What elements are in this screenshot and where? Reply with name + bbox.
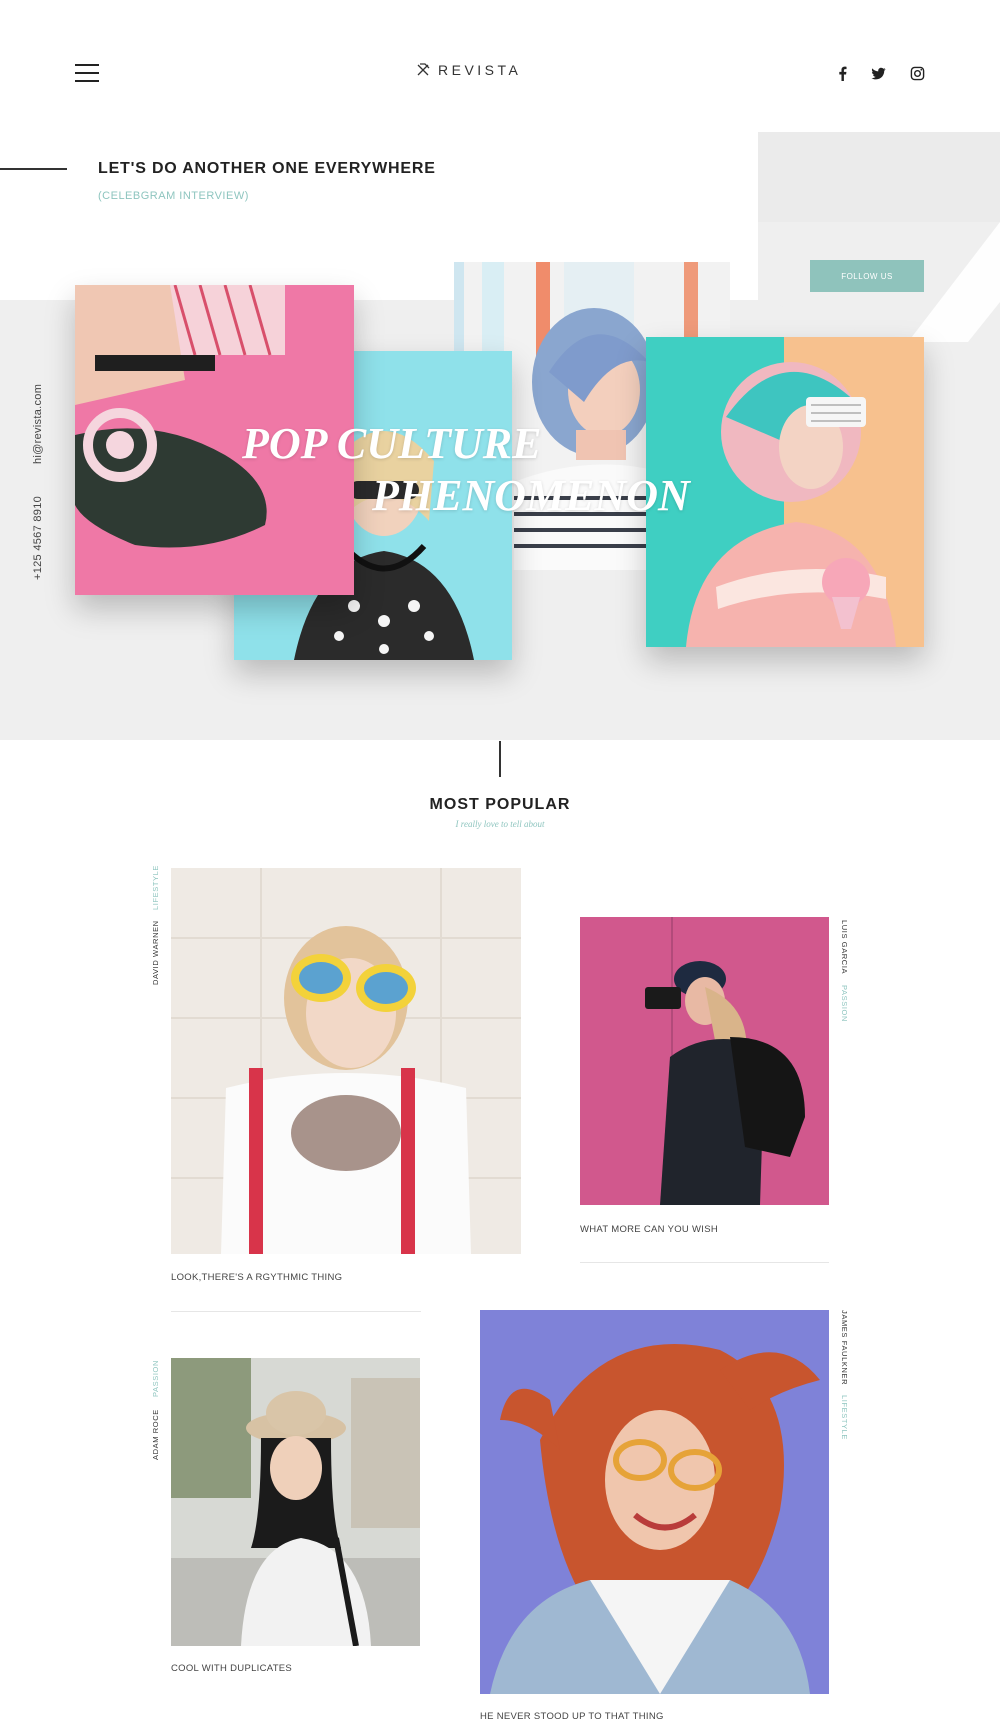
- instagram-link[interactable]: [908, 64, 926, 82]
- revista-logo-icon: [417, 63, 430, 76]
- section-divider: [499, 741, 501, 777]
- card-photo[interactable]: [480, 1310, 829, 1694]
- card-caption[interactable]: LOOK,THERE'S A RGYTHMIC THING: [171, 1272, 342, 1283]
- section-subtitle: I really love to tell about: [455, 819, 545, 829]
- card-author[interactable]: LUIS GARCIA: [840, 920, 849, 974]
- twitter-link[interactable]: [869, 64, 887, 82]
- instagram-icon: [910, 66, 924, 80]
- hero-accent-line: [0, 168, 67, 170]
- site-logo[interactable]: REVISTA: [416, 62, 521, 78]
- facebook-icon: [838, 66, 847, 81]
- card-divider: [171, 1311, 421, 1312]
- card-photo[interactable]: [580, 917, 829, 1205]
- hamburger-icon: [75, 64, 99, 66]
- twitter-icon: [870, 67, 886, 79]
- card-category[interactable]: LIFESTYLE: [840, 1395, 849, 1440]
- card-author[interactable]: JAMES FAULKNER: [840, 1310, 849, 1385]
- card-photo-image-sunglasses: [171, 868, 521, 1254]
- card-caption[interactable]: WHAT MORE CAN YOU WISH: [580, 1224, 718, 1235]
- card-photo-image-camera: [580, 917, 829, 1205]
- card-category[interactable]: PASSION: [151, 1360, 160, 1397]
- hero-title: LET'S DO ANOTHER ONE EVERYWHERE: [98, 160, 436, 177]
- hamburger-icon-bar: [75, 72, 99, 74]
- hero-headline-line2: PHENOMENON: [372, 471, 690, 520]
- contact-phone[interactable]: +125 4567 8910: [32, 496, 44, 580]
- hero-subtitle[interactable]: (CELEBGRAM INTERVIEW): [98, 190, 249, 202]
- card-author[interactable]: DAVID WARNEN: [151, 920, 160, 985]
- card-photo-image-hat: [171, 1358, 420, 1646]
- hero-headline-line1: POP CULTURE: [242, 419, 542, 468]
- card-caption[interactable]: HE NEVER STOOD UP TO THAT THING: [480, 1711, 664, 1722]
- card-photo-image-wind-hair: [480, 1310, 829, 1694]
- facebook-link[interactable]: [833, 64, 851, 82]
- menu-button[interactable]: [75, 64, 99, 82]
- card-photo[interactable]: [171, 868, 521, 1254]
- card-caption[interactable]: COOL WITH DUPLICATES: [171, 1663, 292, 1674]
- card-divider: [580, 1262, 829, 1263]
- contact-email[interactable]: hi@revista.com: [32, 384, 44, 464]
- card-category[interactable]: PASSION: [840, 985, 849, 1022]
- card-photo[interactable]: [171, 1358, 420, 1646]
- card-author[interactable]: ADAM ROCE: [151, 1409, 160, 1460]
- section-title: MOST POPULAR: [429, 796, 571, 813]
- card-category[interactable]: LIFESTYLE: [151, 865, 160, 910]
- follow-us-button[interactable]: FOLLOW US: [810, 260, 924, 292]
- logo-text: REVISTA: [438, 62, 522, 78]
- hamburger-icon-bar: [75, 80, 99, 82]
